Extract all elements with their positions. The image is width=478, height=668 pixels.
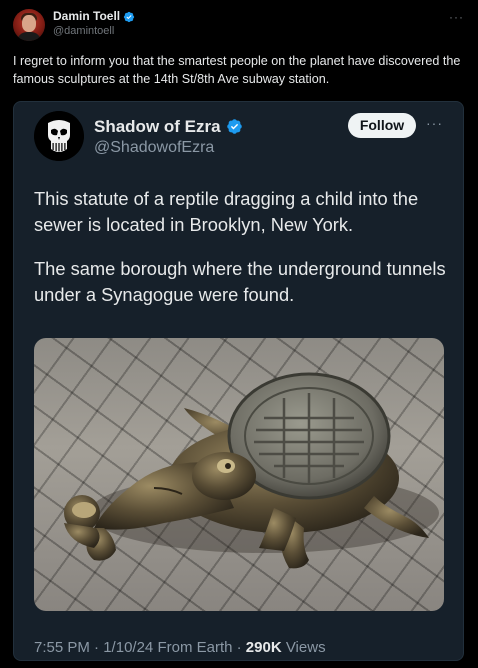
quoted-post-card[interactable]: Shadow of Ezra @ShadowofEzra Follow ··· … bbox=[13, 101, 464, 661]
quoted-paragraph-1: This statute of a reptile dragging a chi… bbox=[34, 188, 419, 235]
views-label: Views bbox=[285, 639, 326, 656]
outer-post-header: Damin Toell @damintoell bbox=[13, 9, 135, 41]
follow-button[interactable]: Follow bbox=[348, 113, 416, 138]
sculpture-photo[interactable] bbox=[34, 338, 444, 611]
author-name[interactable]: Damin Toell bbox=[53, 9, 120, 24]
meta-separator: · bbox=[236, 639, 242, 656]
more-options-icon[interactable]: ··· bbox=[426, 115, 443, 131]
post-date[interactable]: 1/10/24 bbox=[103, 639, 153, 656]
post-time[interactable]: 7:55 PM bbox=[34, 639, 90, 656]
avatar-shirt bbox=[17, 32, 41, 41]
quoted-author-handle[interactable]: @ShadowofEzra bbox=[94, 137, 243, 158]
post-source: From Earth bbox=[157, 639, 233, 656]
post-text: I regret to inform you that the smartest… bbox=[13, 54, 461, 86]
outer-author-block: Damin Toell @damintoell bbox=[53, 9, 135, 39]
quoted-paragraph-2: The same borough where the underground t… bbox=[34, 258, 446, 305]
avatar[interactable] bbox=[13, 9, 45, 41]
verified-badge-icon bbox=[226, 119, 242, 134]
avatar-face bbox=[22, 15, 36, 32]
more-options-icon[interactable]: ··· bbox=[449, 10, 464, 24]
post-metadata: 7:55 PM · 1/10/24 From Earth · 290K View… bbox=[34, 639, 326, 656]
author-handle[interactable]: @damintoell bbox=[53, 24, 135, 39]
views-count: 290K bbox=[245, 639, 282, 656]
alligator-sculpture-illustration bbox=[64, 372, 439, 569]
quoted-post-text: This statute of a reptile dragging a chi… bbox=[34, 186, 454, 326]
punisher-skull-avatar[interactable] bbox=[34, 111, 84, 161]
verified-badge-icon bbox=[124, 11, 135, 22]
meta-separator: · bbox=[94, 639, 100, 656]
quoted-author-block: Shadow of Ezra @ShadowofEzra bbox=[94, 116, 243, 158]
quoted-author-name[interactable]: Shadow of Ezra bbox=[94, 116, 221, 137]
